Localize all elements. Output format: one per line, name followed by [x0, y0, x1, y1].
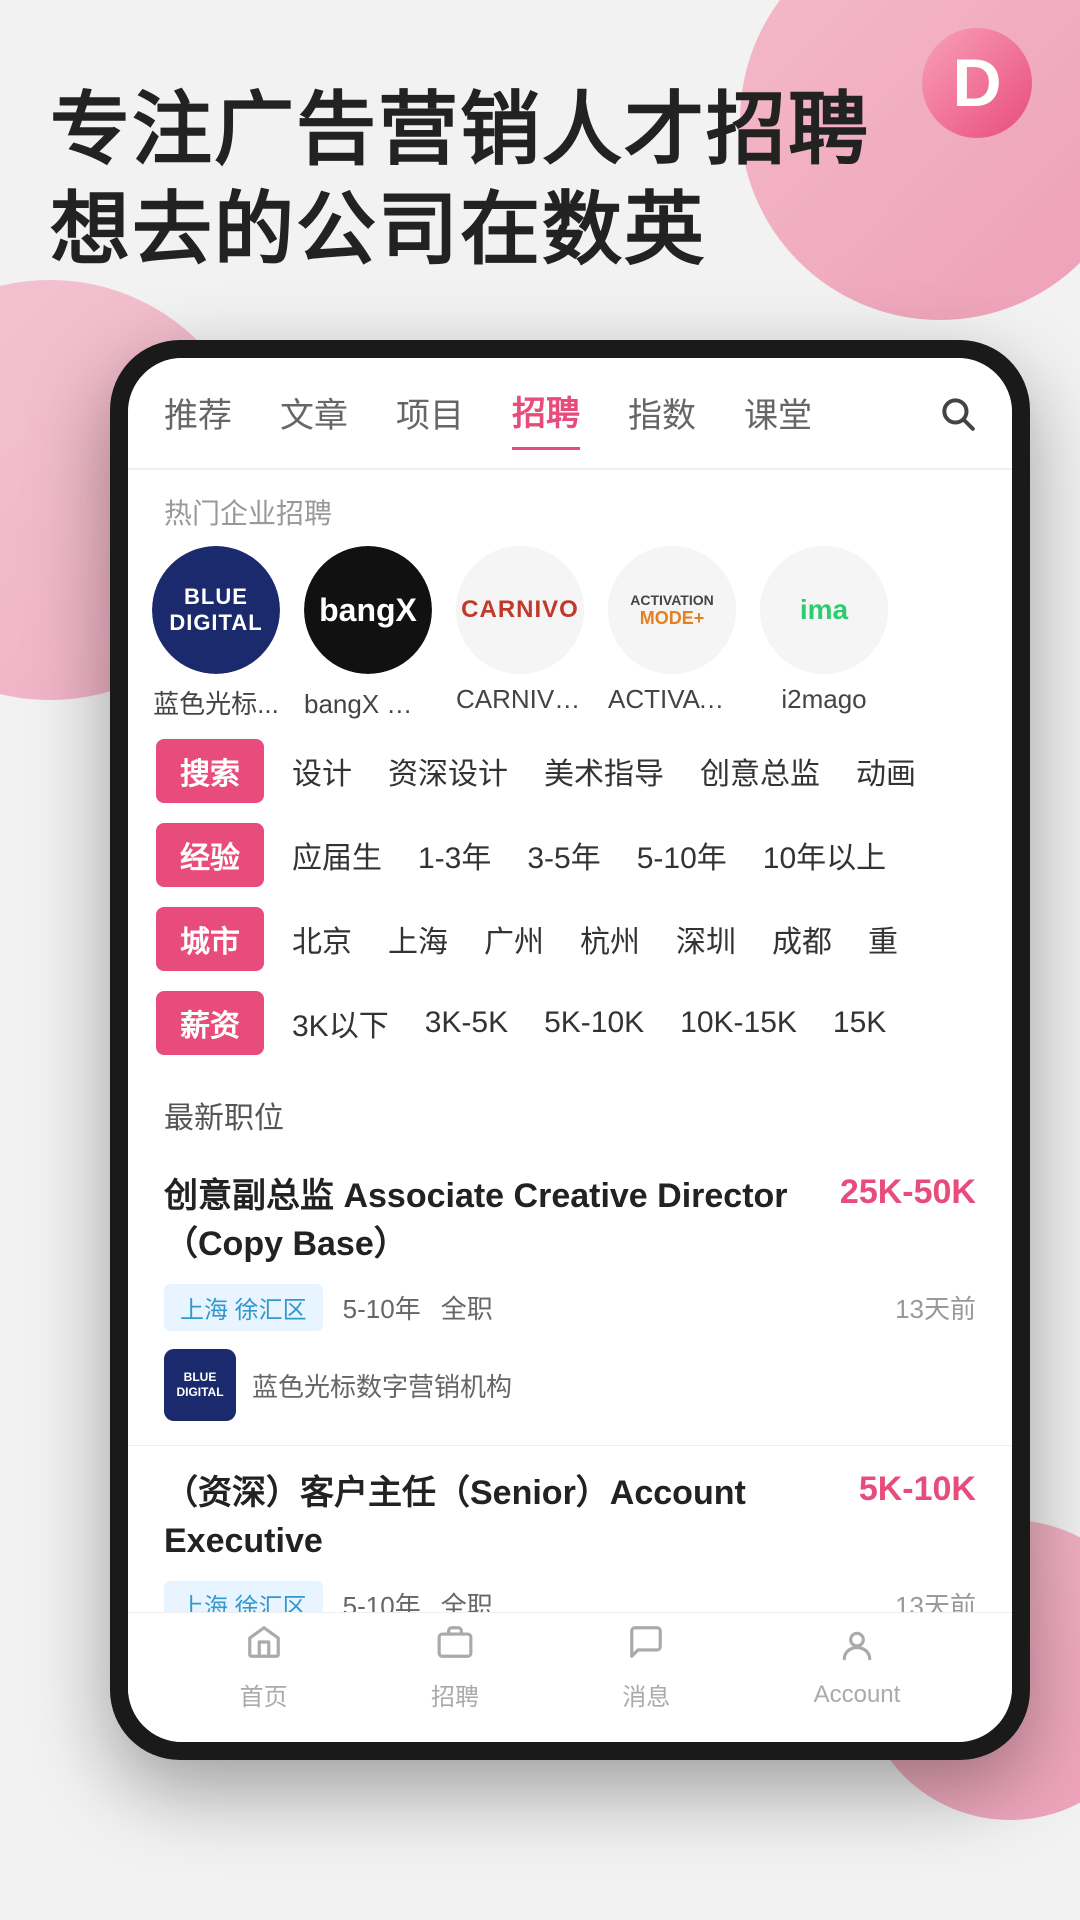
filter-option-3k-below[interactable]: 3K以下 [292, 1001, 389, 1045]
company-logo-activation: ACTIVATION MODE+ [608, 546, 736, 674]
filter-tag-search[interactable]: 搜索 [156, 739, 264, 803]
company-item-activation[interactable]: ACTIVATION MODE+ ACTIVATIO... [608, 546, 736, 715]
filter-tag-city[interactable]: 城市 [156, 907, 264, 971]
bottom-nav-home[interactable]: 首页 [240, 1623, 288, 1712]
phone-mockup: 推荐 文章 项目 招聘 指数 课堂 热门企业招聘 [60, 340, 1080, 1740]
filter-row-salary: 薪资 3K以下 3K-5K 5K-10K 10K-15K 15K [156, 991, 984, 1055]
filter-option-shanghai[interactable]: 上海 [388, 917, 448, 961]
app-logo-letter: D [952, 44, 1001, 122]
filter-options-salary: 3K以下 3K-5K 5K-10K 10K-15K 15K [292, 1001, 886, 1045]
filter-option-animation[interactable]: 动画 [856, 749, 916, 793]
hero-title: 专注广告营销人才招聘 想去的公司在数英 [50, 80, 900, 280]
home-icon [245, 1623, 283, 1671]
filter-option-5-10[interactable]: 5-10年 [637, 833, 727, 877]
recruit-icon [436, 1623, 474, 1671]
latest-jobs-label: 最新职位 [128, 1075, 1012, 1149]
filter-options-search: 设计 资深设计 美术指导 创意总监 动画 [292, 749, 916, 793]
company-name-bangx: bangX 上海 [304, 684, 432, 721]
company-name-activation: ACTIVATIO... [608, 684, 736, 715]
company-mini-name-1: 蓝色光标数字营销机构 [252, 1367, 512, 1404]
filter-option-5-10k[interactable]: 5K-10K [544, 1006, 644, 1040]
job-title-2: （资深）客户主任（Senior）Account Executive [164, 1470, 859, 1565]
company-logo-i2mago: ima [760, 546, 888, 674]
filter-options-experience: 应届生 1-3年 3-5年 5-10年 10年以上 [292, 833, 886, 877]
job-company-row-1: BLUEDIGITAL 蓝色光标数字营销机构 [164, 1349, 976, 1421]
nav-item-classroom[interactable]: 课堂 [744, 388, 812, 449]
bottom-nav-recruit[interactable]: 招聘 [431, 1623, 479, 1712]
nav-item-recruit[interactable]: 招聘 [512, 386, 580, 450]
nav-item-recommend[interactable]: 推荐 [164, 388, 232, 449]
job-location-tag-1[interactable]: 上海 徐汇区 [164, 1284, 323, 1331]
job-salary-2: 5K-10K [859, 1470, 976, 1509]
search-icon[interactable] [938, 394, 976, 442]
filter-option-other[interactable]: 重 [868, 917, 898, 961]
filter-option-senior-design[interactable]: 资深设计 [388, 749, 508, 793]
filter-option-beijing[interactable]: 北京 [292, 917, 352, 961]
filter-option-3-5[interactable]: 3-5年 [527, 833, 600, 877]
message-icon [627, 1623, 665, 1671]
nav-item-project[interactable]: 项目 [396, 388, 464, 449]
job-salary-1: 25K-50K [840, 1173, 976, 1212]
job-meta-row-1: 上海 徐汇区 5-10年 全职 13天前 [164, 1284, 976, 1331]
nav-bar: 推荐 文章 项目 招聘 指数 课堂 [128, 358, 1012, 470]
job-title-1: 创意副总监 Associate Creative Director（Copy B… [164, 1173, 840, 1268]
filter-option-1-3[interactable]: 1-3年 [418, 833, 491, 877]
bottom-nav-account[interactable]: Account [814, 1627, 901, 1709]
filter-option-art-dir[interactable]: 美术指导 [544, 749, 664, 793]
filter-row-city: 城市 北京 上海 广州 杭州 深圳 成都 重 [156, 907, 984, 971]
filter-option-design[interactable]: 设计 [292, 749, 352, 793]
company-name-carnivo: CARNIVO... [456, 684, 584, 715]
job-card-1[interactable]: 创意副总监 Associate Creative Director（Copy B… [128, 1149, 1012, 1446]
filter-row-search: 搜索 设计 资深设计 美术指导 创意总监 动画 [156, 739, 984, 803]
filter-option-creative-dir[interactable]: 创意总监 [700, 749, 820, 793]
bottom-nav-message[interactable]: 消息 [622, 1623, 670, 1712]
company-logo-blue-digital: BLUEDIGITAL [152, 546, 280, 674]
filter-row-experience: 经验 应届生 1-3年 3-5年 5-10年 10年以上 [156, 823, 984, 887]
nav-item-index[interactable]: 指数 [628, 388, 696, 449]
phone-screen: 推荐 文章 项目 招聘 指数 课堂 热门企业招聘 [128, 358, 1012, 1742]
company-name-blue-digital: 蓝色光标... [153, 684, 279, 721]
job-experience-1: 5-10年 [343, 1289, 421, 1326]
bottom-nav-account-label: Account [814, 1681, 901, 1709]
phone-frame: 推荐 文章 项目 招聘 指数 课堂 热门企业招聘 [110, 340, 1030, 1760]
filter-option-chengdu[interactable]: 成都 [772, 917, 832, 961]
job-title-row-2: （资深）客户主任（Senior）Account Executive 5K-10K [164, 1470, 976, 1565]
company-mini-logo-1: BLUEDIGITAL [164, 1349, 236, 1421]
nav-item-article[interactable]: 文章 [280, 388, 348, 449]
bottom-nav-message-label: 消息 [622, 1677, 670, 1712]
account-icon [838, 1627, 876, 1675]
company-item-i2mago[interactable]: ima i2mago [760, 546, 888, 715]
filter-option-fresh[interactable]: 应届生 [292, 833, 382, 877]
filter-options-city: 北京 上海 广州 杭州 深圳 成都 重 [292, 917, 898, 961]
filter-option-15k[interactable]: 15K [833, 1006, 886, 1040]
bottom-nav-recruit-label: 招聘 [431, 1677, 479, 1712]
company-item-bangx[interactable]: bangX bangX 上海 [304, 546, 432, 721]
company-name-i2mago: i2mago [781, 684, 866, 715]
job-title-row-1: 创意副总监 Associate Creative Director（Copy B… [164, 1173, 976, 1268]
app-logo[interactable]: D [922, 28, 1032, 138]
bottom-nav-home-label: 首页 [240, 1677, 288, 1712]
filter-option-shenzhen[interactable]: 深圳 [676, 917, 736, 961]
filter-option-guangzhou[interactable]: 广州 [484, 917, 544, 961]
job-time-1: 13天前 [895, 1289, 976, 1326]
hero-section: 专注广告营销人才招聘 想去的公司在数英 [50, 80, 900, 280]
filter-option-hangzhou[interactable]: 杭州 [580, 917, 640, 961]
filter-tag-salary[interactable]: 薪资 [156, 991, 264, 1055]
filter-option-3-5k[interactable]: 3K-5K [425, 1006, 508, 1040]
bottom-nav: 首页 招聘 [128, 1612, 1012, 1742]
filter-section: 搜索 设计 资深设计 美术指导 创意总监 动画 经验 应届生 1-3年 3-5年 [128, 721, 1012, 1055]
company-item-carnivo[interactable]: CARNIVO CARNIVO... [456, 546, 584, 715]
companies-row: BLUEDIGITAL 蓝色光标... bangX bangX 上海 [128, 546, 1012, 721]
company-item-blue-digital[interactable]: BLUEDIGITAL 蓝色光标... [152, 546, 280, 721]
filter-option-10plus[interactable]: 10年以上 [763, 833, 886, 877]
filter-tag-experience[interactable]: 经验 [156, 823, 264, 887]
company-logo-carnivo: CARNIVO [456, 546, 584, 674]
filter-option-10-15k[interactable]: 10K-15K [680, 1006, 797, 1040]
job-type-1: 全职 [441, 1289, 493, 1326]
hot-companies-label: 热门企业招聘 [128, 470, 1012, 546]
company-logo-bangx: bangX [304, 546, 432, 674]
